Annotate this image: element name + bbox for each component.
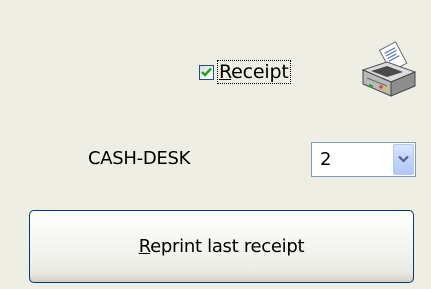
receipt-checkbox[interactable] [199,64,214,80]
cash-settings-panel: Receipt CASH-DESK 2 Reprint last receipt [0,0,431,289]
receipt-label: Receipt [217,60,291,84]
cash-desk-select[interactable]: 2 [311,142,416,177]
cash-desk-selected-value: 2 [320,149,332,170]
checkmark-icon [201,67,212,77]
receipt-checkbox-row[interactable]: Receipt [199,60,291,84]
reprint-button-label: Reprint last receipt [138,236,305,257]
cash-desk-dropdown-button[interactable] [393,144,414,175]
chevron-down-icon [398,155,409,163]
cash-desk-label: CASH-DESK [88,148,191,169]
reprint-last-receipt-button[interactable]: Reprint last receipt [29,210,414,283]
printer-icon [357,40,419,102]
